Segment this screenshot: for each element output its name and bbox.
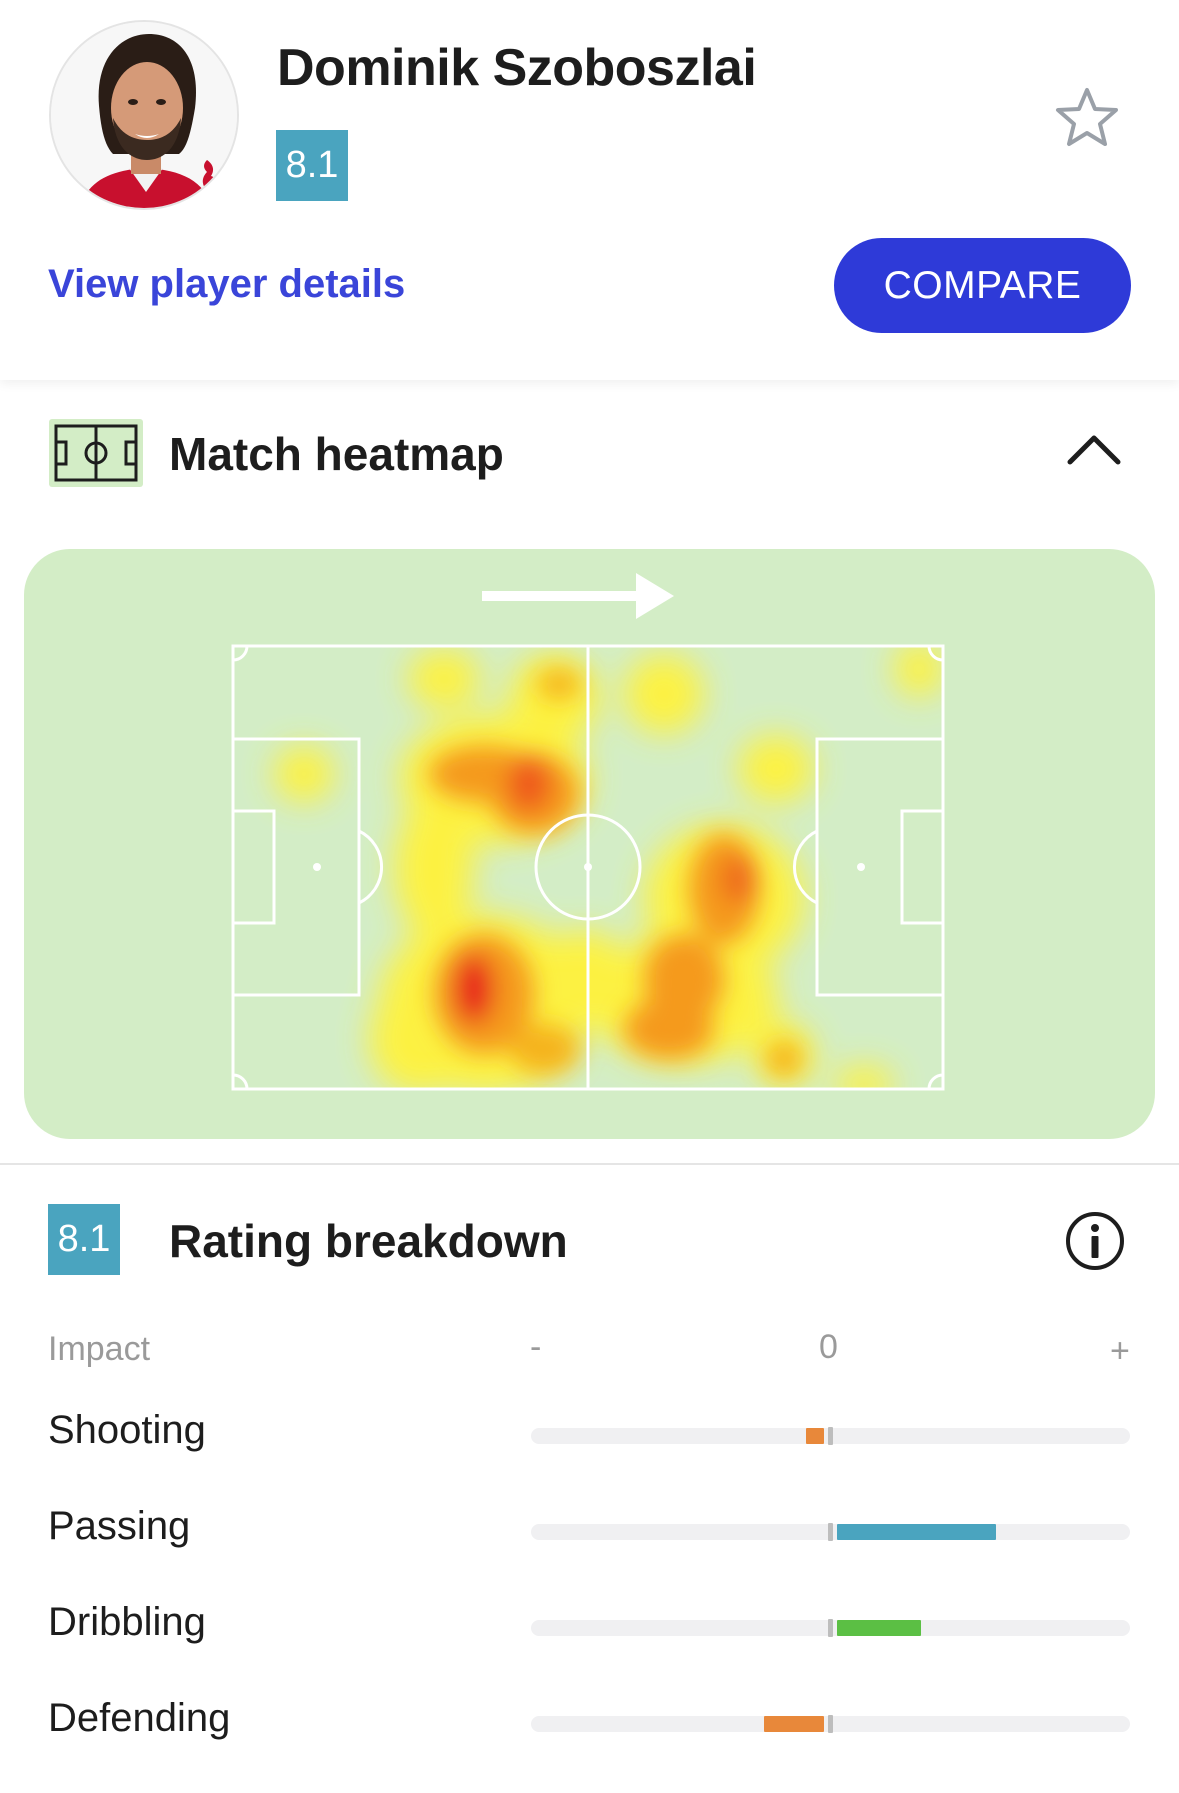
heatmap-svg [231, 573, 945, 1091]
section-divider [0, 1163, 1179, 1165]
heatmap-title: Match heatmap [169, 428, 504, 480]
stat-row-defending: Defending [0, 1696, 1179, 1756]
star-outline-icon[interactable] [1054, 86, 1120, 148]
impact-zero-marker [828, 1427, 833, 1445]
scale-zero-label: 0 [819, 1328, 838, 1366]
impact-bar-fill [764, 1716, 824, 1732]
stat-row-shooting: Shooting [0, 1408, 1179, 1468]
stat-label: Passing [48, 1504, 191, 1548]
stat-label: Shooting [48, 1408, 206, 1452]
info-icon[interactable] [1064, 1210, 1126, 1272]
impact-label: Impact [48, 1330, 151, 1368]
rating-breakdown-title: Rating breakdown [169, 1215, 568, 1267]
player-photo: L.F.C. [51, 22, 237, 209]
player-rating-badge: 8.1 [276, 130, 348, 201]
view-player-details-link[interactable]: View player details [48, 262, 405, 307]
heatmap-pitch [24, 549, 1155, 1139]
breakdown-rating-badge: 8.1 [48, 1204, 120, 1275]
stat-row-dribbling: Dribbling [0, 1600, 1179, 1660]
club-crest-text: L.F.C. [209, 198, 234, 209]
impact-zero-marker [828, 1523, 833, 1541]
impact-bar [531, 1715, 1130, 1733]
chevron-up-icon[interactable] [1066, 432, 1122, 468]
impact-bar [531, 1523, 1130, 1541]
player-name: Dominik Szoboszlai [277, 39, 757, 97]
scale-plus-label: + [1110, 1332, 1130, 1370]
pitch-icon [49, 419, 143, 487]
impact-bar [531, 1619, 1130, 1637]
stat-label: Defending [48, 1696, 231, 1740]
arrow-right-icon [482, 573, 674, 619]
scale-minus-label: - [530, 1328, 542, 1366]
impact-bar-fill [806, 1428, 824, 1444]
impact-zero-marker [828, 1619, 833, 1637]
heat-areas [274, 646, 943, 1089]
impact-bar-fill [837, 1620, 921, 1636]
stat-label: Dribbling [48, 1600, 206, 1644]
impact-bar-fill [837, 1524, 996, 1540]
impact-bar [531, 1427, 1130, 1445]
player-avatar[interactable]: L.F.C. [49, 20, 239, 210]
impact-zero-marker [828, 1715, 833, 1733]
player-card: L.F.C. Dominik Szoboszlai 8.1 View playe… [0, 0, 1179, 380]
stat-row-passing: Passing [0, 1504, 1179, 1564]
compare-button[interactable]: COMPARE [834, 238, 1131, 333]
